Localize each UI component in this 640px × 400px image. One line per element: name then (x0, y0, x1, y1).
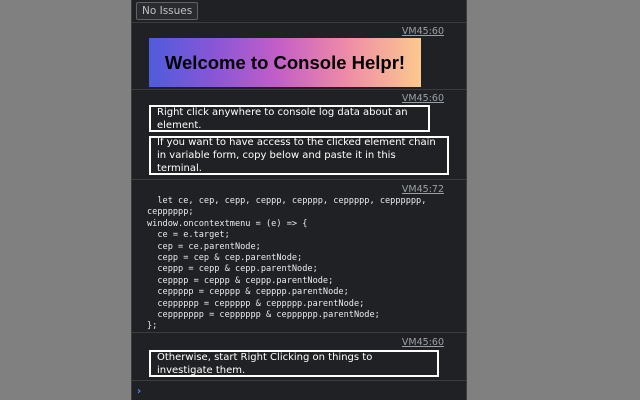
source-link[interactable]: VM45:60 (402, 337, 444, 348)
console-message: VM45:72 let ce, cep, cepp, ceppp, cepppp… (132, 180, 466, 333)
instruction-box: If you want to have access to the clicke… (149, 136, 449, 175)
issues-button[interactable]: No Issues (136, 2, 199, 20)
source-link[interactable]: VM45:60 (402, 26, 444, 37)
console-prompt[interactable]: › (132, 381, 466, 400)
instruction-box: Otherwise, start Right Clicking on thing… (149, 350, 439, 377)
console-message: VM45:60 Right click anywhere to console … (132, 90, 466, 180)
instruction-box: Right click anywhere to console log data… (149, 105, 430, 132)
banner-text: Welcome to Console Helpr! (164, 51, 406, 73)
welcome-banner: Welcome to Console Helpr! (149, 38, 421, 87)
console-toolbar: No Issues (132, 0, 466, 23)
chevron-right-icon: › (137, 385, 142, 397)
console-message: VM45:60 Welcome to Console Helpr! (132, 23, 466, 90)
instruction-text: Otherwise, start Right Clicking on thing… (157, 351, 373, 376)
code-snippet[interactable]: let ce, cep, cepp, ceppp, cepppp, cepppp… (147, 196, 426, 333)
console-message: VM45:60 Otherwise, start Right Clicking … (132, 333, 466, 381)
instruction-text: If you want to have access to the clicke… (157, 137, 436, 174)
instruction-text: Right click anywhere to console log data… (157, 106, 408, 131)
source-link[interactable]: VM45:72 (402, 184, 444, 195)
console-panel: No Issues VM45:60 Welcome to Console Hel… (131, 0, 467, 400)
source-link[interactable]: VM45:60 (402, 93, 444, 104)
